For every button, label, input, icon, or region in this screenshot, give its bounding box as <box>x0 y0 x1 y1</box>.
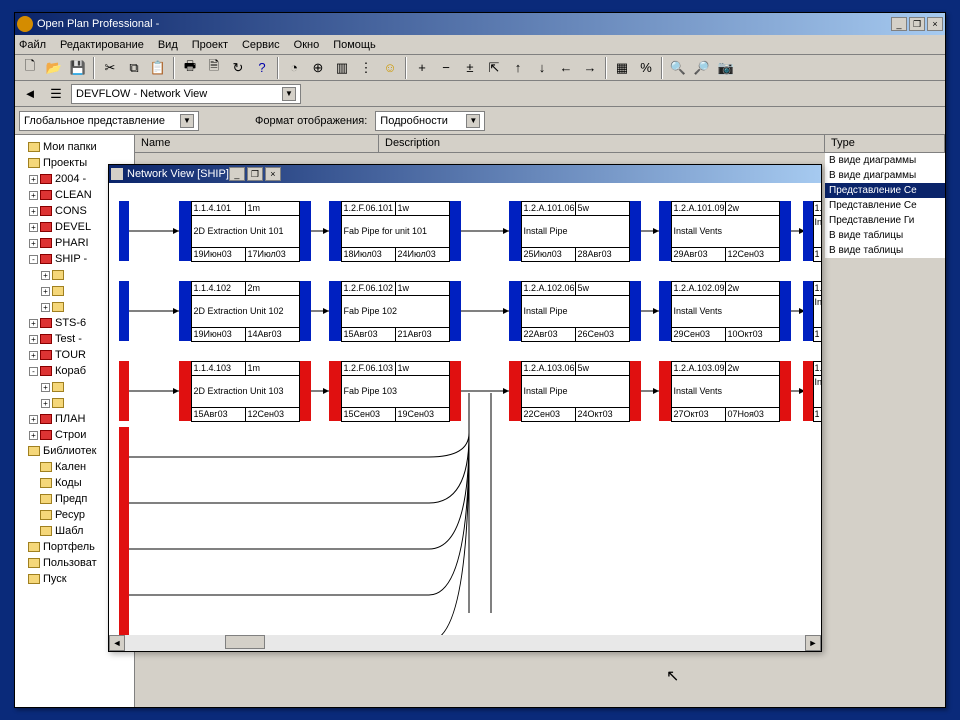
type-list[interactable]: В виде диаграммыВ виде диаграммыПредстав… <box>825 153 945 258</box>
list-item[interactable]: Представление Се <box>825 198 945 213</box>
format-combo[interactable]: Подробности▼ <box>375 111 485 131</box>
nv-app-icon <box>111 168 123 180</box>
task-box[interactable]: 1.2.F.06.1031wFab Pipe 10315Сен0319Сен03 <box>329 361 461 421</box>
nv-close-button[interactable]: × <box>265 167 281 181</box>
menu-Помощь[interactable]: Помощь <box>333 39 376 51</box>
close-button[interactable]: × <box>927 17 943 31</box>
left-icon[interactable]: ← <box>555 57 577 79</box>
task-box[interactable]: 1.1.4.1011m2D Extraction Unit 10119Июн03… <box>179 201 311 261</box>
menu-Проект[interactable]: Проект <box>192 39 228 51</box>
copy-icon[interactable]: ⧉ <box>123 57 145 79</box>
cut-icon[interactable]: ✂ <box>99 57 121 79</box>
arrow-left-icon[interactable]: ◄ <box>19 83 41 105</box>
minimize-button[interactable]: _ <box>891 17 907 31</box>
camera-icon[interactable]: 📷 <box>715 57 737 79</box>
view-combo[interactable]: DEVFLOW - Network View▼ <box>71 84 301 104</box>
titlebar: Open Plan Professional - _ ❐ × <box>15 13 945 35</box>
tree-item[interactable]: Мои папки <box>17 139 132 155</box>
list-item[interactable]: В виде таблицы <box>825 228 945 243</box>
clock-icon[interactable]: ◔ <box>283 57 305 79</box>
col-name[interactable]: Name <box>135 135 379 152</box>
zoom-icon[interactable]: 🔍 <box>667 57 689 79</box>
task-edge-left[interactable] <box>109 361 129 421</box>
right-icon[interactable]: → <box>579 57 601 79</box>
list-item[interactable]: В виде таблицы <box>825 243 945 258</box>
network-canvas[interactable]: 1.In1 1.In1 1.In1 1.1.4.1011m2D Extraction … <box>109 183 821 635</box>
task-edge-right[interactable]: 1.In1 <box>803 201 821 261</box>
nv-hscrollbar[interactable]: ◄ ► <box>109 635 821 651</box>
network-view-window: Network View [SHIP] _ ❐ × 1.In11.In11.In… <box>108 164 822 652</box>
find-icon[interactable]: 🔎 <box>691 57 713 79</box>
plus-icon[interactable]: + <box>411 57 433 79</box>
view-tree-icon[interactable]: ☰ <box>45 83 67 105</box>
help-icon[interactable]: ? <box>251 57 273 79</box>
task-edge-right[interactable]: 1.In1 <box>803 281 821 341</box>
window-controls: _ ❐ × <box>891 17 943 31</box>
list-item[interactable]: Представление Се <box>825 183 945 198</box>
maximize-button[interactable]: ❐ <box>909 17 925 31</box>
col-description[interactable]: Description <box>379 135 825 152</box>
smile-icon[interactable]: ☺ <box>379 57 401 79</box>
cursor-icon: ↖ <box>666 666 679 686</box>
refresh-icon[interactable]: ↻ <box>227 57 249 79</box>
open-icon[interactable]: 📂 <box>43 57 65 79</box>
collapse-icon[interactable]: ⇱ <box>483 57 505 79</box>
menu-Сервис[interactable]: Сервис <box>242 39 280 51</box>
menu-Редактирование[interactable]: Редактирование <box>60 39 144 51</box>
save-icon[interactable]: 💾 <box>67 57 89 79</box>
task-box[interactable]: 1.1.4.1022m2D Extraction Unit 10219Июн03… <box>179 281 311 341</box>
task-box[interactable]: 1.2.A.101.065wInstall Pipe25Июл0328Авг03 <box>509 201 641 261</box>
toolbar-view: ◄ ☰ DEVFLOW - Network View▼ <box>15 81 945 107</box>
task-edge-left[interactable] <box>109 281 129 341</box>
chart-icon[interactable]: ▥ <box>331 57 353 79</box>
format-label: Формат отображения: <box>255 115 367 127</box>
list-item[interactable]: Представление Ги <box>825 213 945 228</box>
menubar: Файл Редактирование Вид Проект Сервис Окно Пом… <box>15 35 945 55</box>
column-headers: Name Description Type <box>135 135 945 153</box>
globe-icon[interactable]: ⊕ <box>307 57 329 79</box>
scroll-right-button[interactable]: ► <box>805 635 821 651</box>
dots-icon[interactable]: ⋮ <box>355 57 377 79</box>
nv-minimize-button[interactable]: _ <box>229 167 245 181</box>
navbar: Глобальное представление▼ Формат отображ… <box>15 107 945 135</box>
app-icon <box>17 16 33 32</box>
plusminus-icon[interactable]: ± <box>459 57 481 79</box>
menu-Файл[interactable]: Файл <box>19 39 46 51</box>
up-icon[interactable]: ↑ <box>507 57 529 79</box>
task-edge-left[interactable] <box>109 201 129 261</box>
task-box[interactable]: 1.2.A.103.065wInstall Pipe22Сен0324Окт03 <box>509 361 641 421</box>
list-item[interactable]: В виде диаграммы <box>825 153 945 168</box>
down-icon[interactable]: ↓ <box>531 57 553 79</box>
app-title: Open Plan Professional - <box>37 18 159 30</box>
task-edge-right[interactable]: 1.In1 <box>803 361 821 421</box>
task-edge-left[interactable] <box>109 611 129 635</box>
menu-Окно[interactable]: Окно <box>294 39 320 51</box>
print-icon[interactable]: 🖶 <box>179 57 201 79</box>
network-view-titlebar: Network View [SHIP] _ ❐ × <box>109 165 821 183</box>
percent-icon[interactable]: % <box>635 57 657 79</box>
col-type[interactable]: Type <box>825 135 945 152</box>
task-box[interactable]: 1.2.F.06.1021wFab Pipe 10215Авг0321Авг03 <box>329 281 461 341</box>
list-item[interactable]: В виде диаграммы <box>825 168 945 183</box>
scroll-track[interactable] <box>125 635 805 651</box>
task-box[interactable]: 1.2.A.101.092wInstall Vents29Авг0312Сен0… <box>659 201 791 261</box>
nv-maximize-button[interactable]: ❐ <box>247 167 263 181</box>
scroll-left-button[interactable]: ◄ <box>109 635 125 651</box>
minus-icon[interactable]: − <box>435 57 457 79</box>
calc-icon[interactable]: ▦ <box>611 57 633 79</box>
task-box[interactable]: 1.2.A.102.065wInstall Pipe22Авг0326Сен03 <box>509 281 641 341</box>
menu-Вид[interactable]: Вид <box>158 39 178 51</box>
scroll-thumb[interactable] <box>225 635 265 649</box>
toolbar-main: 🗋 📂 💾 ✂ ⧉ 📋 🖶 🗎 ↻ ? ◔ ⊕ ▥ ⋮ ☺ + − ± ⇱ ↑ … <box>15 55 945 81</box>
paste-icon[interactable]: 📋 <box>147 57 169 79</box>
new-icon[interactable]: 🗋 <box>19 57 41 79</box>
preview-icon[interactable]: 🗎 <box>203 57 225 79</box>
nv-title-text: Network View [SHIP] <box>127 168 229 180</box>
task-box[interactable]: 1.2.A.103.092wInstall Vents27Окт0307Ноя0… <box>659 361 791 421</box>
global-combo[interactable]: Глобальное представление▼ <box>19 111 199 131</box>
task-box[interactable]: 1.2.F.06.1011wFab Pipe for unit 10118Июл… <box>329 201 461 261</box>
task-box[interactable]: 1.1.4.1031m2D Extraction Unit 10315Авг03… <box>179 361 311 421</box>
task-box[interactable]: 1.2.A.102.092wInstall Vents29Сен0310Окт0… <box>659 281 791 341</box>
